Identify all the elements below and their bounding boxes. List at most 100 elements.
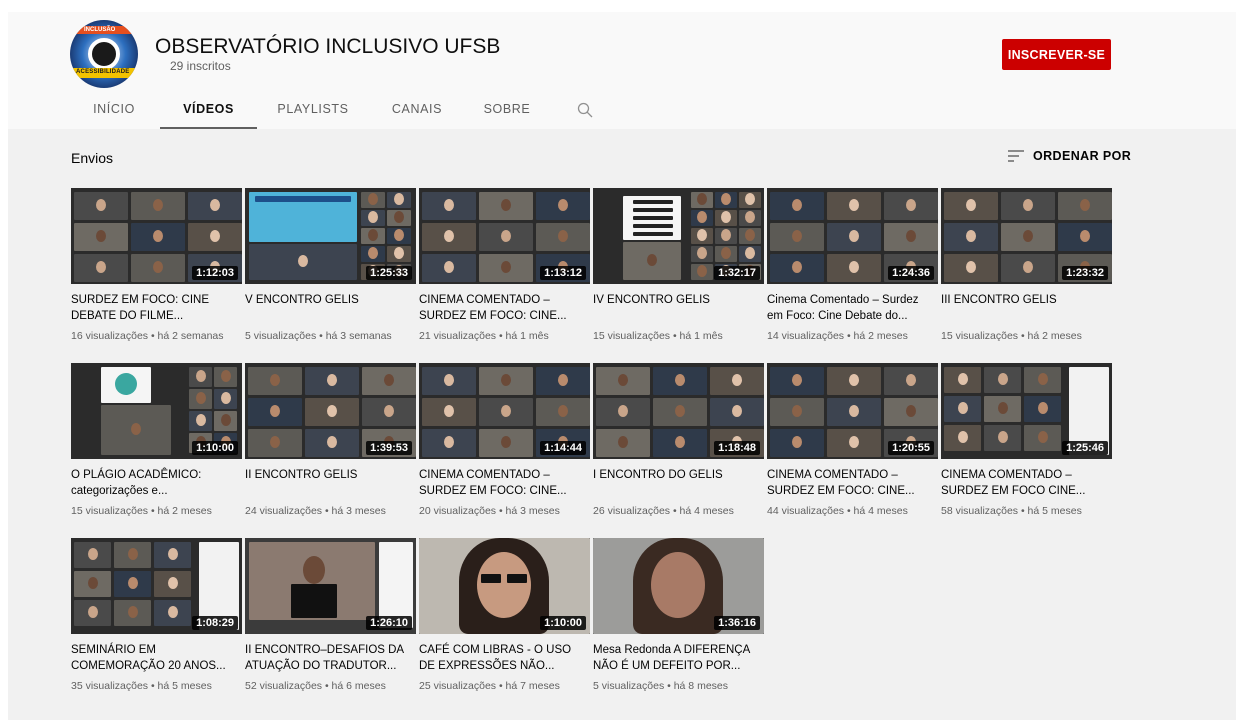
tab-playlists[interactable]: PLAYLISTS [257,94,369,129]
subscribe-button[interactable]: INSCREVER-SE [1002,39,1111,70]
video-title[interactable]: II ENCONTRO GELIS [245,467,416,499]
video-thumbnail[interactable]: 1:36:16 [593,538,764,634]
thumbnail-tile [633,224,673,228]
tab-inicio[interactable]: INÍCIO [68,94,160,129]
video-card[interactable]: 1:32:17 IV ENCONTRO GELIS 15 visualizações… [593,188,764,363]
video-card[interactable]: 1:25:33 V ENCONTRO GELIS 5 visualizações •… [245,188,416,363]
video-duration: 1:14:44 [540,441,586,455]
video-title[interactable]: CINEMA COMENTADO – SURDEZ EM FOCO: CINE.… [767,467,938,499]
video-card[interactable]: 1:25:46 CINEMA COMENTADO – SURDEZ EM FOCO… [941,363,1112,538]
thumbnail-tile [618,405,628,417]
video-title[interactable]: SEMINÁRIO EM COMEMORAÇÃO 20 ANOS... [71,642,242,674]
thumbnail-tile [131,423,141,435]
sort-button[interactable]: ORDENAR POR [1008,149,1131,163]
video-title[interactable]: SURDEZ EM FOCO: CINE DEBATE DO FILME... [71,292,242,324]
thumbnail-tile [849,374,859,386]
thumbnail-tile [270,405,280,417]
video-title[interactable]: II ENCONTRO–DESAFIOS DA ATUAÇÃO DO TRADU… [245,642,416,674]
channel-tabs: INÍCIO VÍDEOS PLAYLISTS CANAIS SOBRE [68,94,549,129]
thumbnail-tile [167,606,178,618]
video-card[interactable]: 1:12:03 SURDEZ EM FOCO: CINE DEBATE DO FI… [71,188,242,363]
thumbnail-tile [394,211,404,223]
thumbnail-tile [558,405,568,417]
video-thumbnail[interactable]: 1:13:12 [419,188,590,284]
tab-canais[interactable]: CANAIS [369,94,465,129]
video-thumbnail[interactable]: 1:20:55 [767,363,938,459]
video-title[interactable]: O PLÁGIO ACADÊMICO: categorizações e... [71,467,242,499]
thumbnail-tile [966,261,976,273]
video-thumbnail[interactable]: 1:10:00 [71,363,242,459]
video-title[interactable]: CINEMA COMENTADO – SURDEZ EM FOCO: CINE.… [419,467,590,499]
video-meta: 5 visualizações • há 3 semanas [245,330,392,342]
thumbnail-tile [721,211,731,223]
video-thumbnail[interactable]: 1:23:32 [941,188,1112,284]
video-card[interactable]: 1:26:10 II ENCONTRO–DESAFIOS DA ATUAÇÃO D… [245,538,416,713]
video-thumbnail[interactable]: 1:18:48 [593,363,764,459]
video-duration: 1:25:46 [1062,441,1108,455]
video-duration: 1:24:36 [888,266,934,280]
video-duration: 1:23:32 [1062,266,1108,280]
thumbnail-tile [444,230,454,242]
thumbnail-tile [444,405,454,417]
video-card[interactable]: 1:39:53 II ENCONTRO GELIS 24 visualizações… [245,363,416,538]
video-title[interactable]: Cinema Comentado – Surdez em Foco: Cine … [767,292,938,324]
video-title[interactable]: IV ENCONTRO GELIS [593,292,764,324]
video-thumbnail[interactable]: 1:25:33 [245,188,416,284]
section-title: Envios [71,150,114,166]
video-thumbnail[interactable]: 1:25:46 [941,363,1112,459]
thumbnail-tile [153,230,163,242]
video-title[interactable]: CINEMA COMENTADO – SURDEZ EM FOCO CINE..… [941,467,1112,499]
video-meta: 58 visualizações • há 5 meses [941,505,1082,517]
thumbnail-tile [127,548,138,560]
thumbnail-tile [1023,261,1033,273]
video-thumbnail[interactable]: 1:08:29 [71,538,242,634]
thumbnail-tile [849,261,859,273]
video-title[interactable]: I ENCONTRO DO GELIS [593,467,764,499]
video-card[interactable]: 1:10:00 O PLÁGIO ACADÊMICO: categorizaçõe… [71,363,242,538]
video-meta: 16 visualizações • há 2 semanas [71,330,224,342]
video-meta: 15 visualizações • há 2 meses [71,505,212,517]
video-card[interactable]: 1:23:32 III ENCONTRO GELIS 15 visualizaçõe… [941,188,1112,363]
thumbnail-tile [501,374,511,386]
video-title[interactable]: III ENCONTRO GELIS [941,292,1112,324]
video-title[interactable]: CAFÉ COM LIBRAS - O USO DE EXPRESSÕES NÃ… [419,642,590,674]
video-card[interactable]: 1:18:48 I ENCONTRO DO GELIS 26 visualizaçõ… [593,363,764,538]
thumbnail-tile [792,374,802,386]
video-card[interactable]: 1:20:55 CINEMA COMENTADO – SURDEZ EM FOCO… [767,363,938,538]
video-thumbnail[interactable]: 1:26:10 [245,538,416,634]
video-card[interactable]: 1:08:29 SEMINÁRIO EM COMEMORAÇÃO 20 ANOS.… [71,538,242,713]
thumbnail-tile [153,199,163,211]
video-thumbnail[interactable]: 1:14:44 [419,363,590,459]
thumbnail-tile [394,247,404,259]
subscriber-count: 29 inscritos [170,59,231,73]
video-card[interactable]: 1:10:00 CAFÉ COM LIBRAS - O USO DE EXPRES… [419,538,590,713]
video-duration: 1:32:17 [714,266,760,280]
video-card[interactable]: 1:14:44 CINEMA COMENTADO – SURDEZ EM FOCO… [419,363,590,538]
video-meta: 14 visualizações • há 2 meses [767,330,908,342]
video-thumbnail[interactable]: 1:24:36 [767,188,938,284]
search-icon[interactable] [577,102,593,118]
video-title[interactable]: CINEMA COMENTADO – SURDEZ EM FOCO: CINE.… [419,292,590,324]
thumbnail-tile [195,414,206,426]
video-thumbnail[interactable]: 1:12:03 [71,188,242,284]
video-card[interactable]: 1:36:16 Mesa Redonda A DIFERENÇA NÃO É UM… [593,538,764,713]
video-thumbnail[interactable]: 1:39:53 [245,363,416,459]
thumbnail-tile [957,431,968,443]
thumbnail-tile [675,436,685,448]
thumbnail-tile [792,261,802,273]
video-card[interactable]: 1:24:36 Cinema Comentado – Surdez em Foco… [767,188,938,363]
tab-videos[interactable]: VÍDEOS [160,94,257,129]
thumbnail-tile [1037,431,1048,443]
thumbnail-tile [721,247,731,259]
video-title[interactable]: Mesa Redonda A DIFERENÇA NÃO É UM DEFEIT… [593,642,764,674]
video-thumbnail[interactable]: 1:32:17 [593,188,764,284]
channel-avatar[interactable]: INCLUSÃO ACESSIBILIDADE [70,20,138,88]
video-card[interactable]: 1:13:12 CINEMA COMENTADO – SURDEZ EM FOCO… [419,188,590,363]
thumbnail-tile [444,261,454,273]
tab-sobre[interactable]: SOBRE [465,94,549,129]
thumbnail-tile [1023,199,1033,211]
video-thumbnail[interactable]: 1:10:00 [419,538,590,634]
sort-label: ORDENAR POR [1033,149,1132,163]
video-title[interactable]: V ENCONTRO GELIS [245,292,416,324]
thumbnail-tile [87,577,98,589]
